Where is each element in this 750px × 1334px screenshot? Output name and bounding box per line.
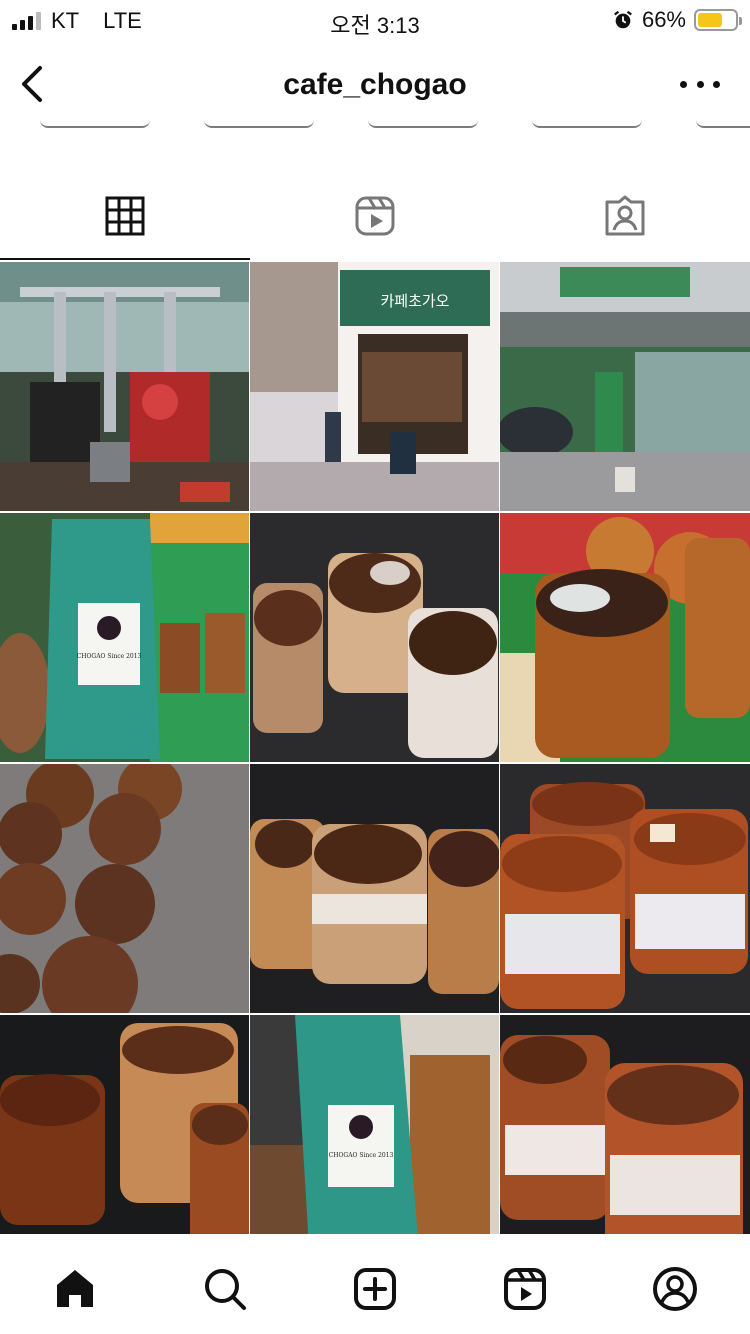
profile-username: cafe_chogao: [283, 68, 467, 101]
post-thumbnail[interactable]: 카페초가오: [250, 262, 499, 511]
profile-header: cafe_chogao: [0, 52, 750, 116]
nav-search[interactable]: [195, 1259, 255, 1319]
highlight-label: [204, 116, 314, 130]
home-icon: [57, 1270, 93, 1307]
reels-icon: [355, 196, 395, 236]
post-thumbnail[interactable]: CHOGAO Since 2013: [250, 1015, 499, 1234]
create-icon: [354, 1268, 396, 1310]
nav-create[interactable]: [345, 1259, 405, 1319]
storefront-sign: 카페초가오: [380, 292, 449, 310]
post-thumbnail[interactable]: [0, 262, 249, 511]
bag-label: CHOGAO Since 2013: [329, 1152, 394, 1159]
highlight-label: [532, 116, 642, 130]
nav-profile[interactable]: [645, 1259, 705, 1319]
tab-grid[interactable]: [0, 174, 250, 260]
post-thumbnail[interactable]: [500, 262, 750, 511]
profile-tabs: [0, 174, 750, 260]
battery-percent: 66%: [641, 7, 686, 32]
more-options-button[interactable]: [680, 70, 720, 98]
story-highlights-strip[interactable]: [0, 116, 750, 146]
alarm-icon: [614, 10, 632, 29]
post-thumbnail[interactable]: [500, 513, 750, 762]
highlight-label: [368, 116, 478, 130]
highlight-label: [696, 116, 750, 130]
profile-icon: [653, 1267, 697, 1311]
bag-label: CHOGAO Since 2013: [77, 653, 142, 660]
post-thumbnail[interactable]: [0, 1015, 249, 1234]
post-thumbnail[interactable]: CHOGAO Since 2013: [0, 513, 249, 762]
bottom-navigation: [0, 1234, 750, 1334]
battery-icon: [694, 9, 742, 31]
post-thumbnail[interactable]: [500, 764, 750, 1013]
reels-icon: [504, 1268, 546, 1310]
grid-icon: [105, 196, 145, 236]
tab-reels[interactable]: [250, 174, 500, 260]
tab-tagged[interactable]: [500, 174, 750, 260]
post-thumbnail[interactable]: [500, 1015, 750, 1234]
status-bar: KT LTE 오전 3:13 66%: [0, 0, 750, 42]
status-right: 66%: [612, 7, 742, 33]
post-grid: 카페초가오 CHOGAO Since 2013 CHOGAO Since 201…: [0, 262, 750, 1234]
post-thumbnail[interactable]: [0, 764, 249, 1013]
post-thumbnail[interactable]: [250, 764, 499, 1013]
tagged-icon: [605, 195, 645, 236]
search-icon: [205, 1269, 246, 1310]
nav-reels[interactable]: [495, 1259, 555, 1319]
nav-home[interactable]: [45, 1259, 105, 1319]
post-thumbnail[interactable]: [250, 513, 499, 762]
highlight-label: [40, 116, 150, 130]
